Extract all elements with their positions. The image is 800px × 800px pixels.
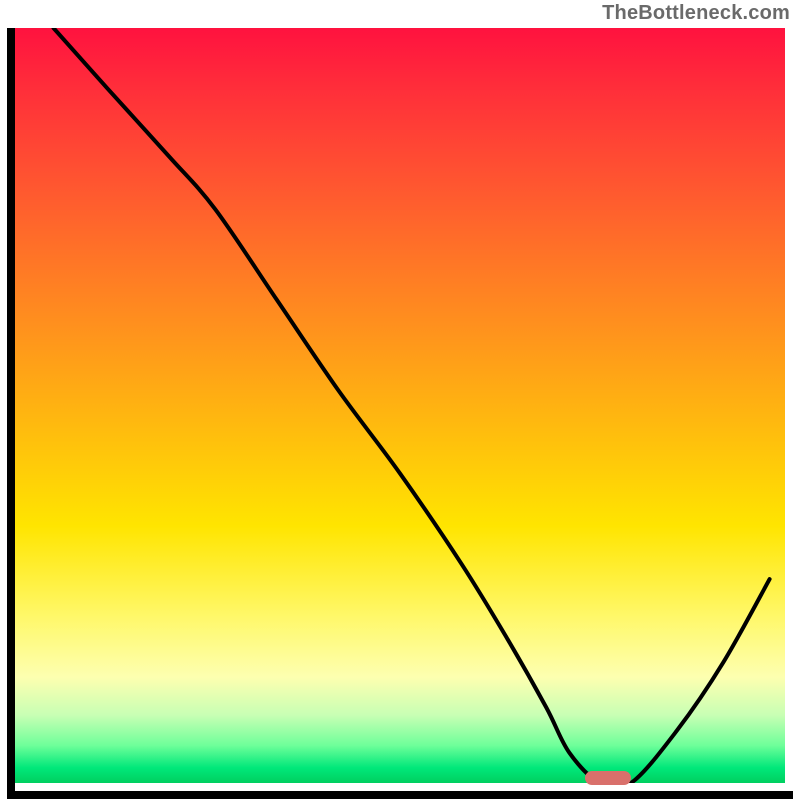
chart-frame: TheBottleneck.com — [0, 0, 800, 800]
attribution-text: TheBottleneck.com — [602, 2, 790, 25]
optimum-marker — [585, 771, 631, 785]
gradient-plot-area — [15, 28, 785, 783]
